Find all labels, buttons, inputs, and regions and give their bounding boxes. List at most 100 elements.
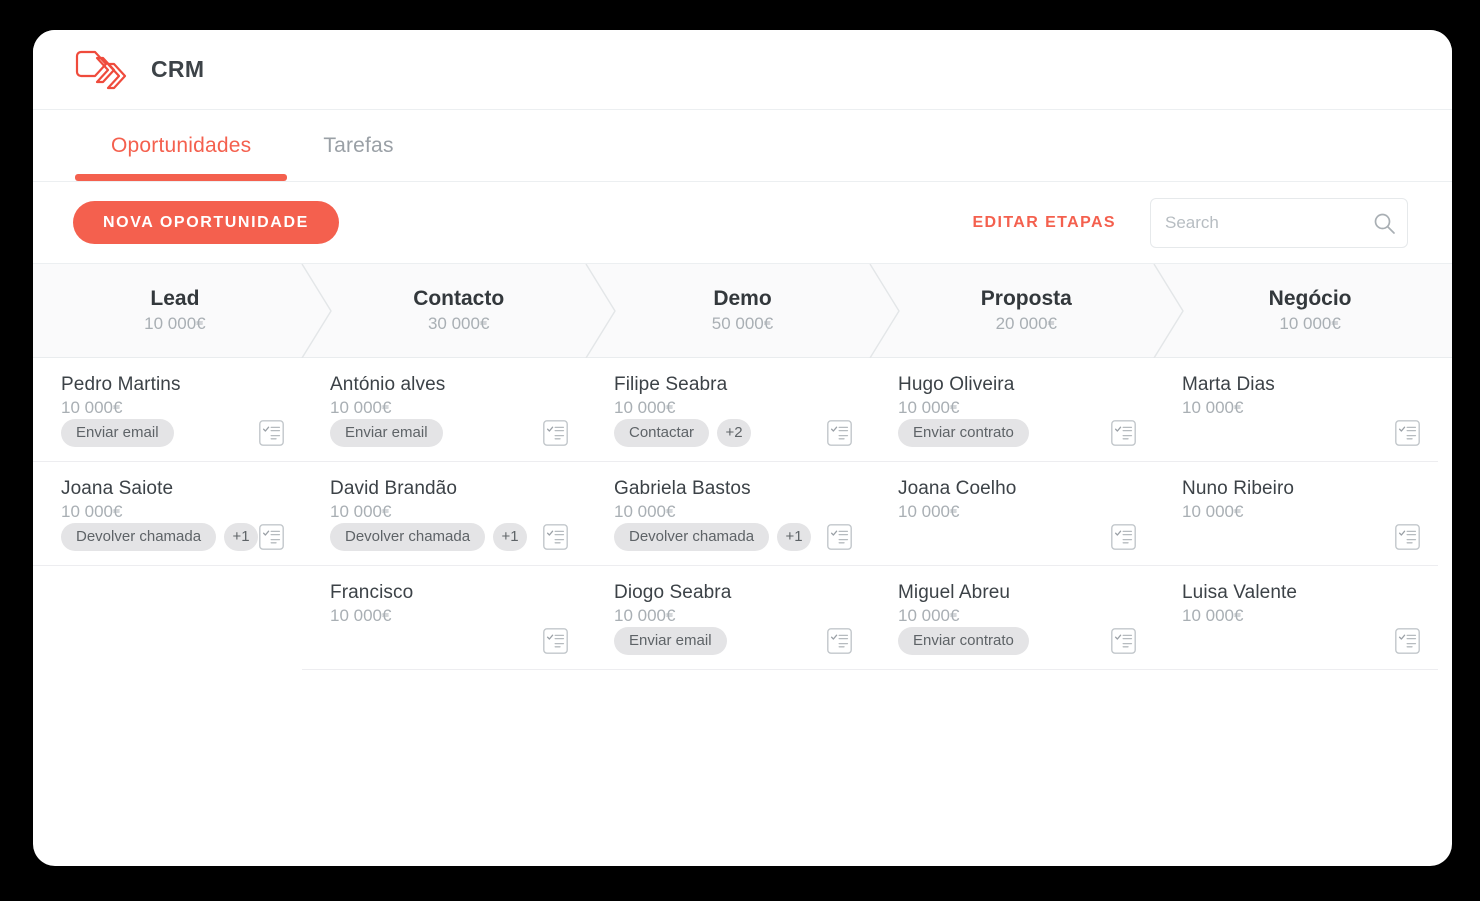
app-window: CRM Oportunidades Tarefas NOVA OPORTUNID… <box>33 30 1452 866</box>
opportunity-value: 10 000€ <box>61 398 123 417</box>
tab-bar: Oportunidades Tarefas <box>33 110 1452 182</box>
activity-tag[interactable]: Devolver chamada <box>330 523 486 551</box>
opportunity-card-footer: Devolver chamada +1 <box>330 523 568 551</box>
stage-name: Negócio <box>1268 287 1352 310</box>
opportunity-value: 10 000€ <box>1182 502 1244 521</box>
opportunity-card-footer: Devolver chamada +1 <box>61 523 284 551</box>
opportunity-value: 10 000€ <box>614 502 676 521</box>
opportunity-card-footer: Contactar +2 <box>614 419 852 447</box>
opportunity-card[interactable]: Joana Saiote 10 000€ Devolver chamada +1 <box>33 462 302 566</box>
opportunity-card[interactable]: Marta Dias 10 000€ <box>1154 358 1438 462</box>
stage-name: Contacto <box>413 287 505 310</box>
new-opportunity-button[interactable]: NOVA OPORTUNIDADE <box>73 201 339 244</box>
opportunity-card-footer: Enviar email <box>330 419 568 447</box>
opportunity-name: António alves <box>330 374 446 395</box>
opportunity-name: Filipe Seabra <box>614 374 728 395</box>
opportunity-card[interactable]: Filipe Seabra 10 000€ Contactar +2 <box>586 358 870 462</box>
activity-tag[interactable]: Enviar contrato <box>898 419 1029 447</box>
checklist-icon[interactable] <box>259 524 284 550</box>
stage-header-proposta[interactable]: Proposta 20 000€ <box>884 264 1168 357</box>
checklist-icon[interactable] <box>827 628 852 654</box>
tab-tarefas[interactable]: Tarefas <box>287 110 429 181</box>
opportunity-card[interactable]: Miguel Abreu 10 000€ Enviar contrato <box>870 566 1154 670</box>
checklist-icon[interactable] <box>1111 628 1136 654</box>
action-bar: NOVA OPORTUNIDADE EDITAR ETAPAS <box>33 182 1452 264</box>
checklist-icon[interactable] <box>1395 524 1420 550</box>
tab-tarefas-label: Tarefas <box>323 133 394 157</box>
opportunity-name: Nuno Ribeiro <box>1182 478 1295 499</box>
stage-header-negocio[interactable]: Negócio 10 000€ <box>1168 264 1452 357</box>
opportunity-card[interactable]: Diogo Seabra 10 000€ Enviar email <box>586 566 870 670</box>
opportunity-card[interactable]: David Brandão 10 000€ Devolver chamada +1 <box>302 462 586 566</box>
opportunity-card[interactable]: Pedro Martins 10 000€ Enviar email <box>33 358 302 462</box>
stage-name: Demo <box>713 287 772 310</box>
tab-oportunidades[interactable]: Oportunidades <box>75 110 288 181</box>
stage-value: 50 000€ <box>711 314 774 333</box>
stage-header-lead[interactable]: Lead 10 000€ <box>33 264 317 357</box>
checklist-icon[interactable] <box>1395 420 1420 446</box>
checklist-icon[interactable] <box>543 524 568 550</box>
checklist-icon[interactable] <box>827 420 852 446</box>
activity-tag[interactable]: Enviar contrato <box>898 627 1029 655</box>
stage-value: 10 000€ <box>1279 314 1341 333</box>
page-title: CRM <box>151 56 205 82</box>
activity-overflow-badge[interactable]: +1 <box>224 523 259 551</box>
activity-overflow-badge[interactable]: +2 <box>717 419 752 447</box>
checklist-icon[interactable] <box>259 420 284 446</box>
checklist-icon[interactable] <box>1395 628 1420 654</box>
chevron-stack-logo-icon <box>73 46 131 94</box>
opportunity-value: 10 000€ <box>330 398 392 417</box>
opportunity-card[interactable]: Nuno Ribeiro 10 000€ <box>1154 462 1438 566</box>
opportunity-card-footer: Devolver chamada +1 <box>614 523 852 551</box>
stage-header-contacto[interactable]: Contacto 30 000€ <box>317 264 601 357</box>
opportunity-name: David Brandão <box>330 478 457 499</box>
activity-tag[interactable]: Enviar email <box>61 419 174 447</box>
opportunity-value: 10 000€ <box>1182 606 1244 625</box>
opportunity-card[interactable]: Luisa Valente 10 000€ <box>1154 566 1438 670</box>
opportunity-card-footer <box>1182 523 1420 551</box>
opportunity-card[interactable]: Joana Coelho 10 000€ <box>870 462 1154 566</box>
opportunity-value: 10 000€ <box>614 606 676 625</box>
opportunity-name: Diogo Seabra <box>614 582 732 603</box>
checklist-icon[interactable] <box>1111 420 1136 446</box>
opportunity-card-footer <box>1182 419 1420 447</box>
opportunity-name: Hugo Oliveira <box>898 374 1015 395</box>
opportunity-value: 10 000€ <box>1182 398 1244 417</box>
opportunity-value: 10 000€ <box>898 502 960 521</box>
opportunity-name: Luisa Valente <box>1182 582 1298 603</box>
opportunity-name: Marta Dias <box>1182 374 1275 395</box>
opportunity-name: Pedro Martins <box>61 374 181 395</box>
stage-header-demo[interactable]: Demo 50 000€ <box>601 264 885 357</box>
tab-oportunidades-label: Oportunidades <box>111 133 252 157</box>
checklist-icon[interactable] <box>1111 524 1136 550</box>
activity-tag[interactable]: Contactar <box>614 419 710 447</box>
search-input[interactable] <box>1150 197 1408 248</box>
opportunity-value: 10 000€ <box>61 502 123 521</box>
activity-tag[interactable]: Devolver chamada <box>61 523 217 551</box>
opportunity-card[interactable]: António alves 10 000€ Enviar email <box>302 358 586 462</box>
checklist-icon[interactable] <box>543 420 568 446</box>
activity-overflow-badge[interactable]: +1 <box>777 523 812 551</box>
board-column-proposta: Hugo Oliveira 10 000€ Enviar contrato Joana… <box>870 358 1154 670</box>
opportunity-card-footer: Enviar contrato <box>898 627 1136 655</box>
opportunity-card[interactable]: Francisco 10 000€ <box>302 566 586 670</box>
activity-tag[interactable]: Enviar email <box>614 627 727 655</box>
checklist-icon[interactable] <box>827 524 852 550</box>
stage-value: 30 000€ <box>427 314 490 333</box>
opportunity-card-footer <box>330 627 568 655</box>
opportunity-value: 10 000€ <box>898 398 960 417</box>
opportunity-value: 10 000€ <box>898 606 960 625</box>
checklist-icon[interactable] <box>543 628 568 654</box>
opportunity-value: 10 000€ <box>330 606 392 625</box>
opportunity-name: Joana Saiote <box>61 478 174 499</box>
opportunity-card-footer: Enviar email <box>61 419 284 447</box>
activity-tag[interactable]: Enviar email <box>330 419 443 447</box>
opportunity-card[interactable]: Hugo Oliveira 10 000€ Enviar contrato <box>870 358 1154 462</box>
activity-overflow-badge[interactable]: +1 <box>493 523 528 551</box>
opportunity-card-footer: Enviar contrato <box>898 419 1136 447</box>
opportunity-card-footer <box>898 523 1136 551</box>
edit-stages-button[interactable]: EDITAR ETAPAS <box>968 208 1120 238</box>
opportunity-card[interactable]: Gabriela Bastos 10 000€ Devolver chamada +1 <box>586 462 870 566</box>
activity-tag[interactable]: Devolver chamada <box>614 523 770 551</box>
opportunity-name: Joana Coelho <box>898 478 1017 499</box>
